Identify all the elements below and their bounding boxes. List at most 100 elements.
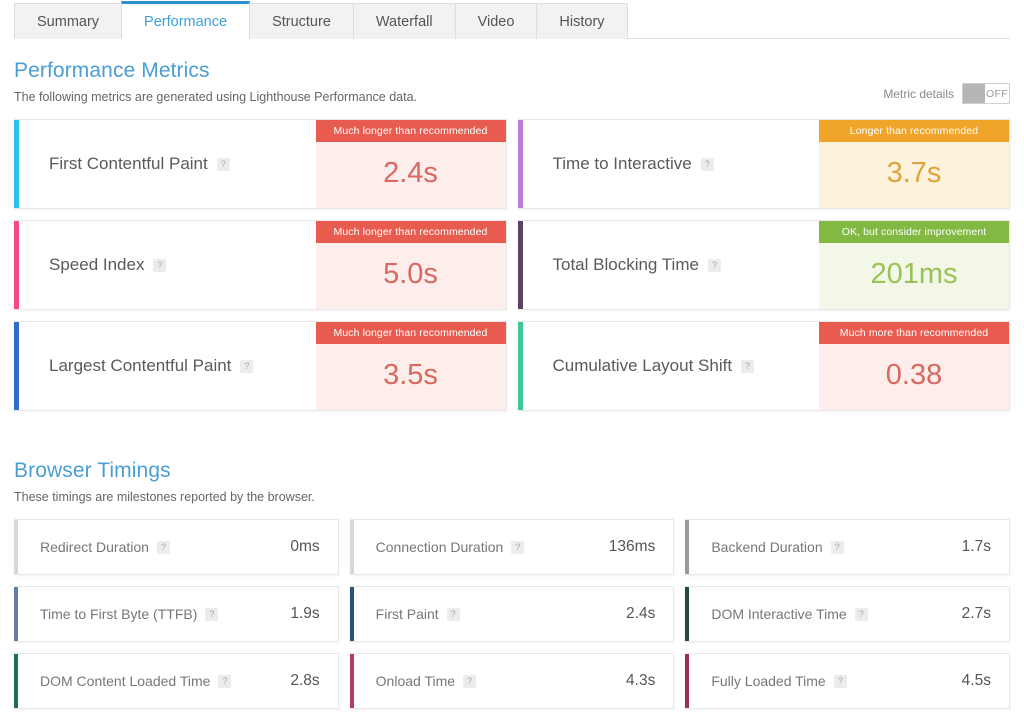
help-icon[interactable]: ? — [831, 541, 844, 554]
timing-name: Fully Loaded Time? — [711, 673, 846, 689]
timing-value: 1.9s — [290, 605, 319, 623]
metric-name-label: Speed Index — [49, 255, 144, 275]
tab-summary[interactable]: Summary — [14, 3, 121, 39]
metric-value: 0.38 — [819, 344, 1009, 410]
timing-name-label: First Paint — [376, 606, 439, 622]
metric-details-toggle[interactable]: OFF — [962, 83, 1010, 104]
help-icon[interactable]: ? — [240, 360, 253, 373]
timing-name-label: Fully Loaded Time — [711, 673, 825, 689]
help-icon[interactable]: ? — [701, 158, 714, 171]
performance-metrics-section: Performance Metrics The following metric… — [0, 59, 1024, 411]
metric-name-label: Time to Interactive — [553, 154, 692, 174]
browser-timing-card: Redirect Duration? 0ms — [14, 519, 339, 575]
timing-name: Onload Time? — [376, 673, 476, 689]
timing-name: Backend Duration? — [711, 539, 843, 555]
timing-body: Connection Duration?136ms — [354, 520, 674, 574]
timing-value: 2.4s — [626, 605, 655, 623]
browser-timing-card: DOM Content Loaded Time? 2.8s — [14, 653, 339, 709]
metric-value: 2.4s — [316, 142, 506, 208]
timing-name-label: DOM Interactive Time — [711, 606, 846, 622]
metric-value-box: Much more than recommended0.38 — [819, 322, 1009, 410]
timing-value: 1.7s — [962, 538, 991, 556]
tab-history[interactable]: History — [536, 3, 627, 39]
page-title: Performance Metrics — [14, 59, 883, 83]
metric-details-label: Metric details — [883, 87, 954, 101]
metric-name-label: First Contentful Paint — [49, 154, 208, 174]
tab-waterfall[interactable]: Waterfall — [353, 3, 455, 39]
timing-value: 0ms — [290, 538, 319, 556]
timing-name: Redirect Duration? — [40, 539, 170, 555]
timing-name: Time to First Byte (TTFB)? — [40, 606, 218, 622]
browser-timing-card: Onload Time? 4.3s — [350, 653, 675, 709]
metric-value-box: Much longer than recommended5.0s — [316, 221, 506, 309]
timing-name-label: Redirect Duration — [40, 539, 149, 555]
timing-value: 4.5s — [962, 672, 991, 690]
timing-body: DOM Interactive Time? 2.7s — [689, 587, 1009, 641]
timing-body: Fully Loaded Time? 4.5s — [689, 654, 1009, 708]
help-icon[interactable]: ? — [463, 675, 476, 688]
metric-name: Speed Index? — [19, 221, 316, 309]
help-icon[interactable]: ? — [447, 608, 460, 621]
toggle-knob — [963, 84, 985, 103]
browser-timing-card: Time to First Byte (TTFB)? 1.9s — [14, 586, 339, 642]
status-badge: Much more than recommended — [819, 322, 1009, 344]
help-icon[interactable]: ? — [708, 259, 721, 272]
help-icon[interactable]: ? — [217, 158, 230, 171]
help-icon[interactable]: ? — [741, 360, 754, 373]
timing-value: 2.8s — [290, 672, 319, 690]
timing-name-label: Time to First Byte (TTFB) — [40, 606, 197, 622]
timing-name-label: Backend Duration — [711, 539, 822, 555]
timing-name: DOM Interactive Time? — [711, 606, 867, 622]
tab-video[interactable]: Video — [455, 3, 537, 39]
metric-card: Time to Interactive? Longer than recommen… — [518, 119, 1011, 209]
help-icon[interactable]: ? — [218, 675, 231, 688]
timing-body: First Paint? 2.4s — [354, 587, 674, 641]
browser-timings-grid: Redirect Duration? 0ms Connection Duration… — [14, 519, 1010, 709]
metric-card: First Contentful Paint?Much longer than … — [14, 119, 507, 209]
metric-value-box: OK, but consider improvement201ms — [819, 221, 1009, 309]
timing-body: Redirect Duration? 0ms — [18, 520, 338, 574]
metric-value-box: Much longer than recommended3.5s — [316, 322, 506, 410]
timing-value: 2.7s — [962, 605, 991, 623]
metric-name: Cumulative Layout Shift? — [523, 322, 820, 410]
metric-value: 201ms — [819, 243, 1009, 309]
timing-body: Backend Duration? 1.7s — [689, 520, 1009, 574]
timing-name-label: Onload Time — [376, 673, 455, 689]
status-badge: Much longer than recommended — [316, 221, 506, 243]
metric-value: 5.0s — [316, 243, 506, 309]
help-icon[interactable]: ? — [157, 541, 170, 554]
metric-name-label: Largest Contentful Paint — [49, 356, 231, 376]
help-icon[interactable]: ? — [153, 259, 166, 272]
metric-value: 3.5s — [316, 344, 506, 410]
metric-card: Total Blocking Time?OK, but consider imp… — [518, 220, 1011, 310]
timing-value: 4.3s — [626, 672, 655, 690]
timing-body: DOM Content Loaded Time? 2.8s — [18, 654, 338, 708]
timing-name: First Paint? — [376, 606, 460, 622]
tab-structure[interactable]: Structure — [250, 3, 353, 39]
browser-timing-card: DOM Interactive Time? 2.7s — [685, 586, 1010, 642]
metric-name-label: Total Blocking Time — [553, 255, 699, 275]
tab-bar: SummaryPerformanceStructureWaterfallVide… — [0, 0, 1024, 39]
timing-name-label: Connection Duration — [376, 539, 504, 555]
timing-name: DOM Content Loaded Time? — [40, 673, 231, 689]
metric-details-toggle-group[interactable]: Metric details OFF — [883, 83, 1010, 104]
help-icon[interactable]: ? — [511, 541, 524, 554]
tab-performance[interactable]: Performance — [121, 1, 250, 39]
status-badge: Much longer than recommended — [316, 322, 506, 344]
metric-name: First Contentful Paint? — [19, 120, 316, 208]
help-icon[interactable]: ? — [855, 608, 868, 621]
toggle-state-label: OFF — [985, 84, 1009, 103]
metric-name: Total Blocking Time? — [523, 221, 820, 309]
help-icon[interactable]: ? — [205, 608, 218, 621]
browser-timing-card: Backend Duration? 1.7s — [685, 519, 1010, 575]
browser-timings-section: Browser Timings These timings are milest… — [0, 459, 1024, 709]
help-icon[interactable]: ? — [834, 675, 847, 688]
browser-timings-subtitle: These timings are milestones reported by… — [14, 490, 1010, 504]
metric-name-label: Cumulative Layout Shift — [553, 356, 733, 376]
browser-timing-card: First Paint? 2.4s — [350, 586, 675, 642]
metric-value: 3.7s — [819, 142, 1009, 208]
timing-name: Connection Duration? — [376, 539, 525, 555]
metric-card: Cumulative Layout Shift?Much more than r… — [518, 321, 1011, 411]
browser-timing-card: Connection Duration?136ms — [350, 519, 675, 575]
metric-value-box: Longer than recommended3.7s — [819, 120, 1009, 208]
